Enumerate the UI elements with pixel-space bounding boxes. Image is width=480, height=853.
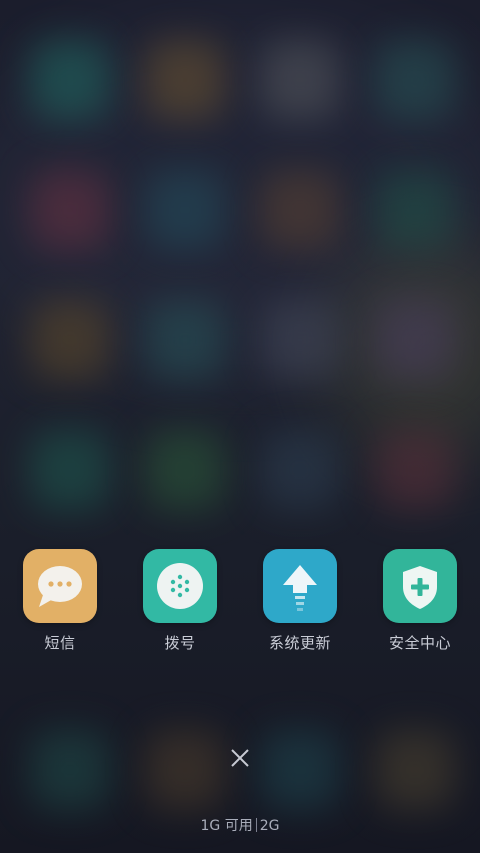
dialpad-icon [143,549,217,623]
update-arrow-icon [263,549,337,623]
recent-apps-row: 短信 拨号 系统更新 安全中心 [0,548,480,658]
blurred-app-tile [30,300,110,380]
app-label: 短信 [44,634,76,652]
blurred-app-tile [260,170,340,250]
app-label: 系统更新 [268,634,331,652]
blurred-app-tile [260,730,340,810]
blurred-app-tile [375,730,455,810]
blurred-app-tile [145,430,225,510]
shield-plus-icon [383,549,457,623]
blurred-app-tile [145,170,225,250]
close-icon [231,749,249,767]
blurred-app-tile [375,430,455,510]
app-label: 安全中心 [388,634,451,652]
message-icon [23,549,97,623]
blurred-app-tile [260,430,340,510]
blurred-app-tile [30,430,110,510]
blurred-app-tile [260,300,340,380]
blurred-app-tile [145,40,225,120]
recent-app-system-update[interactable]: 系统更新 [240,548,360,658]
blurred-app-tile [30,730,110,810]
memory-status: 1G 可用 2G [0,815,480,835]
app-label: 拨号 [164,634,196,652]
blurred-app-tile [30,170,110,250]
blurred-app-tile [145,300,225,380]
recent-app-security-center[interactable]: 安全中心 [360,548,480,658]
memory-divider [255,818,257,832]
memory-total: 2G [259,818,280,834]
blurred-app-tile [260,40,340,120]
blurred-app-tile [375,300,455,380]
close-all-button[interactable] [224,742,256,774]
blurred-app-tile [30,40,110,120]
blurred-app-tile [375,40,455,120]
memory-available: 1G 可用 [200,818,253,834]
recent-app-messages[interactable]: 短信 [0,548,120,658]
blurred-app-tile [375,170,455,250]
blurred-homescreen-background [0,0,480,853]
recent-app-dialer[interactable]: 拨号 [120,548,240,658]
blurred-app-tile [145,730,225,810]
